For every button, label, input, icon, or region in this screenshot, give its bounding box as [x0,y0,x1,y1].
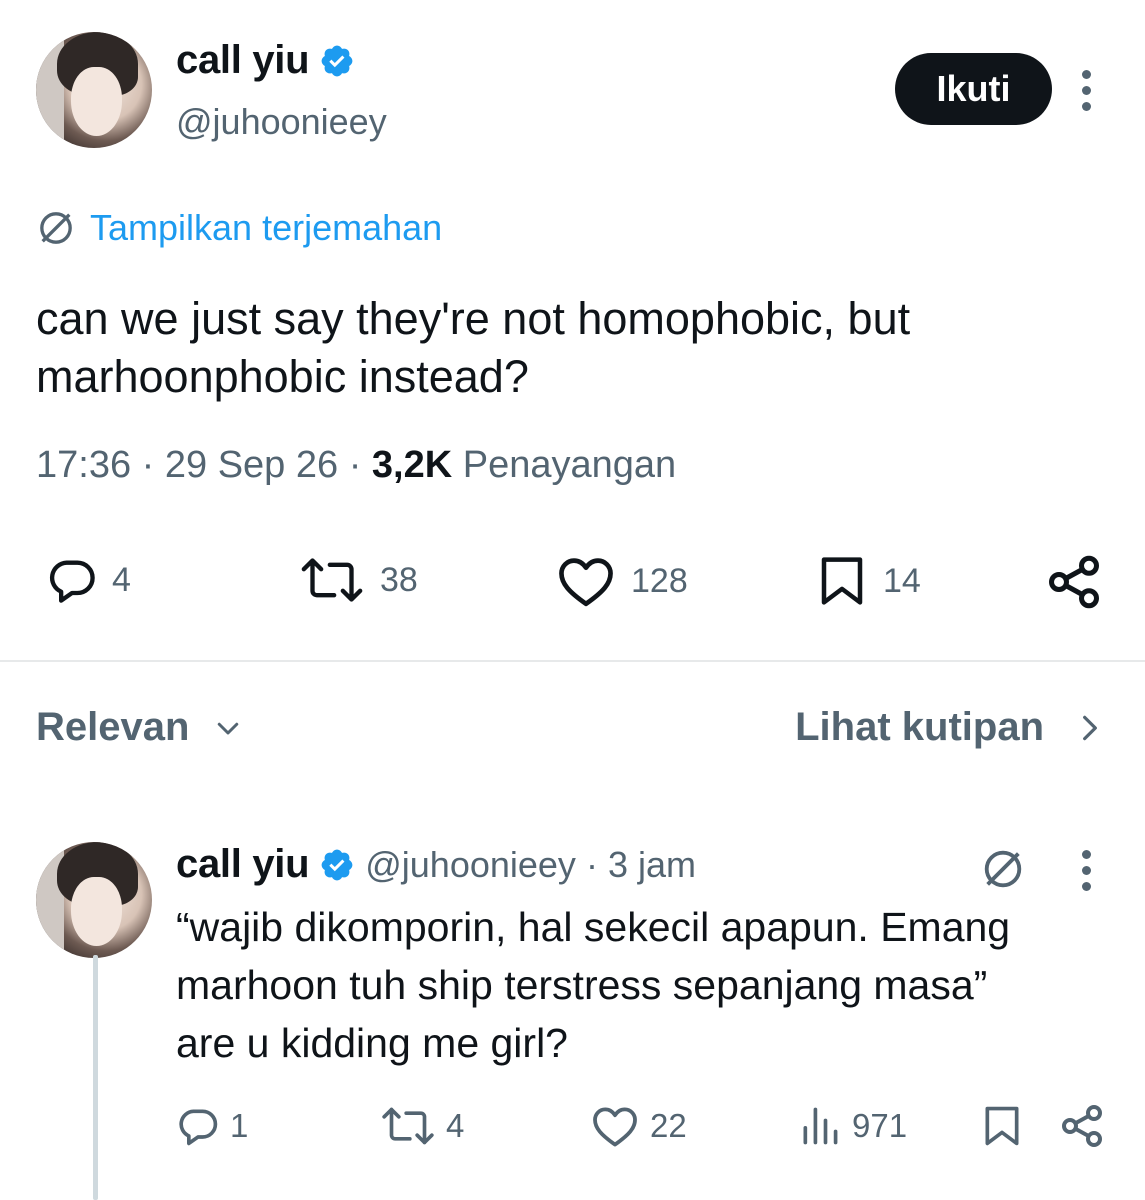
views-icon [803,1107,838,1145]
reply-like-button[interactable]: 22 [590,1104,687,1148]
share-icon [1049,555,1099,609]
verified-badge-icon [321,45,353,76]
like-count: 22 [650,1107,687,1144]
divider [0,660,1145,662]
reply-count: 1 [230,1107,249,1144]
reply-button[interactable]: 4 [46,554,131,606]
follow-button[interactable]: Ikuti [895,53,1052,125]
reply-author-handle[interactable]: @juhoonieey [365,844,576,886]
tweet-meta: 17:36 · 29 Sep 26 · 3,2K Penayangan [36,444,676,487]
reply-time[interactable]: 3 jam [608,844,696,886]
like-icon [559,558,613,607]
views-count: 971 [852,1107,908,1144]
translate-icon[interactable] [980,846,1026,892]
reply-author-avatar[interactable] [36,842,152,958]
reply-repost-button[interactable]: 4 [380,1104,464,1148]
reply-text: “wajib dikomporin, hal sekecil apapun. E… [176,898,1116,1072]
reply-sort-bar: Relevan Lihat kutipan [36,705,1106,765]
verified-badge-icon [321,849,353,880]
share-button[interactable] [1044,552,1104,612]
author-name-row: call yiu [176,38,355,83]
reply-count: 4 [112,560,131,599]
repost-button[interactable]: 38 [298,554,418,606]
meta-separator: · [141,444,155,486]
reply-icon [49,560,95,603]
bookmark-icon [985,1106,1019,1146]
meta-separator: · [585,843,598,885]
translate-icon [40,212,72,244]
like-button[interactable]: 128 [555,554,688,608]
view-quotes-label: Lihat kutipan [795,705,1044,749]
translate-label: Tampilkan terjemahan [90,207,443,248]
tweet-text-line: can we just say they're not homophobic, … [36,293,911,344]
reply-text-line: marhoon tuh ship terstress sepanjang mas… [176,962,988,1008]
thread-line [93,955,98,1200]
tweet-date[interactable]: 29 Sep 26 [165,444,338,486]
reply-text-line: “wajib dikomporin, hal sekecil apapun. E… [176,904,1011,950]
tweet-actions: 4 38 128 14 [0,550,1145,610]
views-label: Penayangan [462,444,677,486]
reply-share-button[interactable] [1058,1102,1106,1150]
like-icon [593,1107,637,1147]
repost-count: 38 [380,560,418,599]
relevance-label: Relevan [36,705,190,749]
reply-views-button[interactable]: 971 [798,1104,907,1148]
reply-text-line: are u kidding me girl? [176,1020,568,1066]
views-count: 3,2K [371,444,453,486]
repost-icon [301,558,363,602]
repost-count: 4 [446,1107,465,1144]
tweet-text-line: marhoonphobic instead? [36,351,529,402]
tweet-time[interactable]: 17:36 [36,444,131,486]
relevance-dropdown[interactable]: Relevan [36,705,243,750]
like-count: 128 [631,561,688,600]
reply-header: call yiu @juhoonieey · 3 jam [176,842,696,887]
reply-actions: 1 4 22 971 [0,1100,1145,1150]
share-icon [1062,1105,1102,1147]
tweet-text: can we just say they're not homophobic, … [36,290,1116,406]
bookmark-icon [821,557,863,605]
chevron-down-icon [218,722,239,734]
bookmark-count: 14 [883,561,921,600]
meta-separator: · [348,444,362,486]
reply-author-name[interactable]: call yiu [176,842,310,887]
more-options-icon[interactable] [1076,850,1096,891]
translate-link[interactable]: Tampilkan terjemahan [36,207,442,249]
reply-reply-button[interactable]: 1 [176,1104,248,1148]
more-options-icon[interactable] [1076,70,1096,111]
author-handle[interactable]: @juhoonieey [176,101,387,143]
repost-icon [382,1107,434,1145]
reply-icon [179,1109,218,1146]
author-avatar[interactable] [36,32,152,148]
view-quotes-link[interactable]: Lihat kutipan [795,705,1106,750]
chevron-right-icon [1083,715,1097,740]
reply-bookmark-button[interactable] [980,1104,1024,1148]
bookmark-button[interactable]: 14 [815,554,921,608]
author-name[interactable]: call yiu [176,38,310,83]
